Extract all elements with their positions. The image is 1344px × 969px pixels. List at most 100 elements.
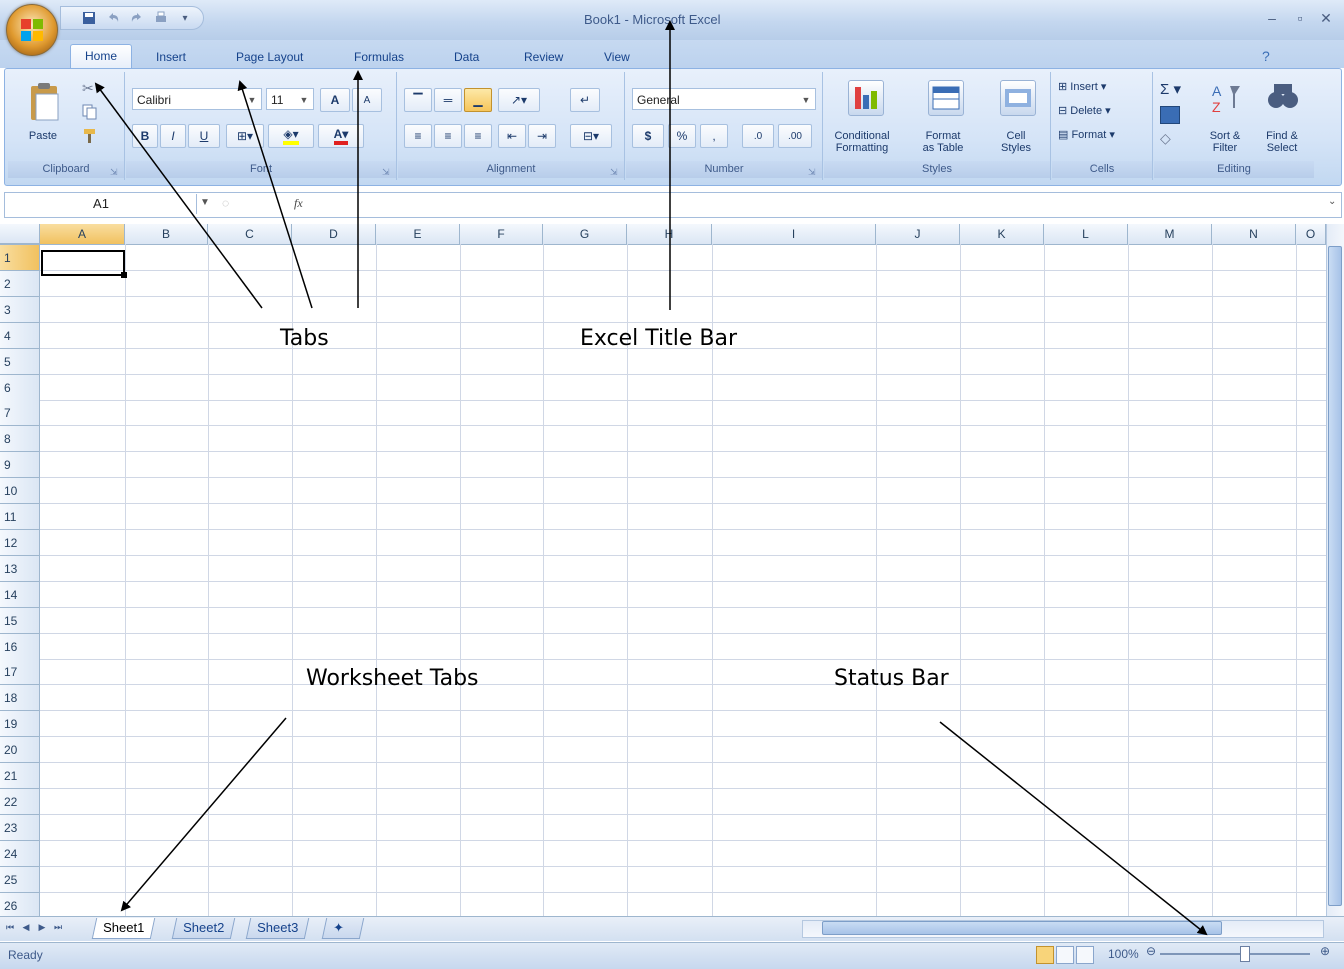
fill-icon[interactable]	[1160, 106, 1180, 124]
format-as-table-button[interactable]: Format as Table	[908, 130, 978, 154]
help-icon[interactable]: ?	[1262, 48, 1270, 64]
insert-cells-button[interactable]: ⊞ Insert ▾	[1058, 80, 1106, 93]
paste-button[interactable]: Paste	[18, 130, 68, 142]
row-header[interactable]: 2	[0, 271, 40, 297]
alignment-launcher-icon[interactable]: ⇲	[610, 167, 620, 177]
zoom-level[interactable]: 100%	[1108, 947, 1139, 961]
row-header[interactable]: 5	[0, 349, 40, 375]
customize-qat-icon[interactable]: ▾	[175, 9, 195, 27]
row-header[interactable]: 6	[0, 375, 40, 401]
last-sheet-icon[interactable]: ⏭	[52, 922, 64, 936]
row-header[interactable]: 7	[0, 400, 40, 426]
formula-cancel-icon[interactable]: ◌	[222, 196, 236, 212]
row-header[interactable]: 22	[0, 789, 40, 815]
column-header[interactable]: O	[1296, 224, 1326, 244]
row-header[interactable]: 19	[0, 711, 40, 737]
insert-function-button[interactable]: fx	[294, 196, 303, 211]
tab-data[interactable]: Data	[440, 46, 493, 68]
increase-decimal-button[interactable]: .0	[742, 124, 774, 148]
column-header[interactable]: H	[627, 224, 712, 244]
copy-icon[interactable]	[82, 104, 100, 122]
print-icon[interactable]	[151, 9, 171, 27]
active-cell-a1[interactable]	[41, 250, 125, 276]
next-sheet-icon[interactable]: ▶	[36, 922, 48, 936]
zoom-in-icon[interactable]: ⊕	[1320, 944, 1330, 958]
first-sheet-icon[interactable]: ⏮	[4, 922, 16, 936]
zoom-slider[interactable]	[1160, 953, 1310, 955]
autosum-button[interactable]: Σ ▾	[1160, 80, 1181, 98]
delete-cells-button[interactable]: ⊟ Delete ▾	[1058, 104, 1111, 117]
name-box-dropdown-icon[interactable]: ▼	[200, 197, 210, 208]
bold-button[interactable]: B	[132, 124, 158, 148]
font-size-combo[interactable]: 11 ▼	[266, 88, 314, 110]
page-break-view-icon[interactable]	[1076, 946, 1094, 964]
sort-filter-button[interactable]: Sort & Filter	[1200, 130, 1250, 154]
row-header[interactable]: 8	[0, 426, 40, 452]
zoom-out-icon[interactable]: ⊖	[1146, 944, 1156, 958]
underline-button[interactable]: U	[188, 124, 220, 148]
clipboard-launcher-icon[interactable]: ⇲	[110, 167, 120, 177]
tab-view[interactable]: View	[590, 46, 644, 68]
format-cells-button[interactable]: ▤ Format ▾	[1058, 128, 1115, 141]
select-all-button[interactable]	[0, 224, 40, 244]
column-header[interactable]: L	[1044, 224, 1128, 244]
decrease-decimal-button[interactable]: .00	[778, 124, 812, 148]
find-select-button[interactable]: Find & Select	[1256, 130, 1308, 154]
align-middle-button[interactable]: ═	[434, 88, 462, 112]
percent-button[interactable]: %	[668, 124, 696, 148]
row-header[interactable]: 4	[0, 323, 40, 349]
align-bottom-button[interactable]: ▁	[464, 88, 492, 112]
borders-button[interactable]: ⊞▾	[226, 124, 264, 148]
fill-color-button[interactable]: ◈▾	[268, 124, 314, 148]
align-right-button[interactable]: ≡	[464, 124, 492, 148]
sheet-tab-sheet3[interactable]: Sheet3	[245, 918, 310, 939]
italic-button[interactable]: I	[160, 124, 186, 148]
column-header[interactable]: K	[960, 224, 1044, 244]
undo-icon[interactable]	[103, 9, 123, 27]
column-header[interactable]: C	[208, 224, 292, 244]
row-header[interactable]: 23	[0, 815, 40, 841]
close-icon[interactable]: ✕	[1316, 10, 1336, 28]
row-header[interactable]: 14	[0, 582, 40, 608]
row-header[interactable]: 20	[0, 737, 40, 763]
formula-input[interactable]	[320, 194, 1320, 214]
column-header[interactable]: D	[292, 224, 376, 244]
restore-icon[interactable]: ▫	[1290, 10, 1310, 28]
comma-button[interactable]: ,	[700, 124, 728, 148]
row-header[interactable]: 9	[0, 452, 40, 478]
column-header[interactable]: M	[1128, 224, 1212, 244]
format-painter-icon[interactable]	[82, 128, 100, 146]
row-header[interactable]: 21	[0, 763, 40, 789]
row-header[interactable]: 15	[0, 608, 40, 634]
redo-icon[interactable]	[127, 9, 147, 27]
vertical-scroll-thumb[interactable]	[1328, 246, 1342, 906]
horizontal-scroll-thumb[interactable]	[822, 921, 1222, 935]
font-color-button[interactable]: A▾	[318, 124, 364, 148]
column-header[interactable]: E	[376, 224, 460, 244]
number-launcher-icon[interactable]: ⇲	[808, 167, 818, 177]
row-header[interactable]: 13	[0, 556, 40, 582]
row-header[interactable]: 11	[0, 504, 40, 530]
tab-home[interactable]: Home	[70, 44, 133, 69]
fill-handle[interactable]	[121, 272, 127, 278]
tab-review[interactable]: Review	[510, 46, 577, 68]
increase-indent-button[interactable]: ⇥	[528, 124, 556, 148]
row-header[interactable]: 25	[0, 867, 40, 893]
expand-formula-icon[interactable]: ⌄	[1328, 196, 1336, 207]
normal-view-icon[interactable]	[1036, 946, 1054, 964]
tab-page-layout[interactable]: Page Layout	[222, 46, 317, 68]
row-header[interactable]: 16	[0, 634, 40, 660]
column-header[interactable]: F	[460, 224, 543, 244]
prev-sheet-icon[interactable]: ◀	[20, 922, 32, 936]
font-name-combo[interactable]: Calibri ▼	[132, 88, 262, 110]
align-top-button[interactable]: ▔	[404, 88, 432, 112]
row-header[interactable]: 18	[0, 685, 40, 711]
grow-font-button[interactable]: A	[320, 88, 350, 112]
align-left-button[interactable]: ≡	[404, 124, 432, 148]
row-header[interactable]: 3	[0, 297, 40, 323]
zoom-slider-thumb[interactable]	[1240, 946, 1250, 962]
tab-formulas[interactable]: Formulas	[340, 46, 418, 68]
row-header[interactable]: 24	[0, 841, 40, 867]
clear-icon[interactable]: ◇	[1160, 130, 1171, 147]
merge-center-button[interactable]: ⊟▾	[570, 124, 612, 148]
